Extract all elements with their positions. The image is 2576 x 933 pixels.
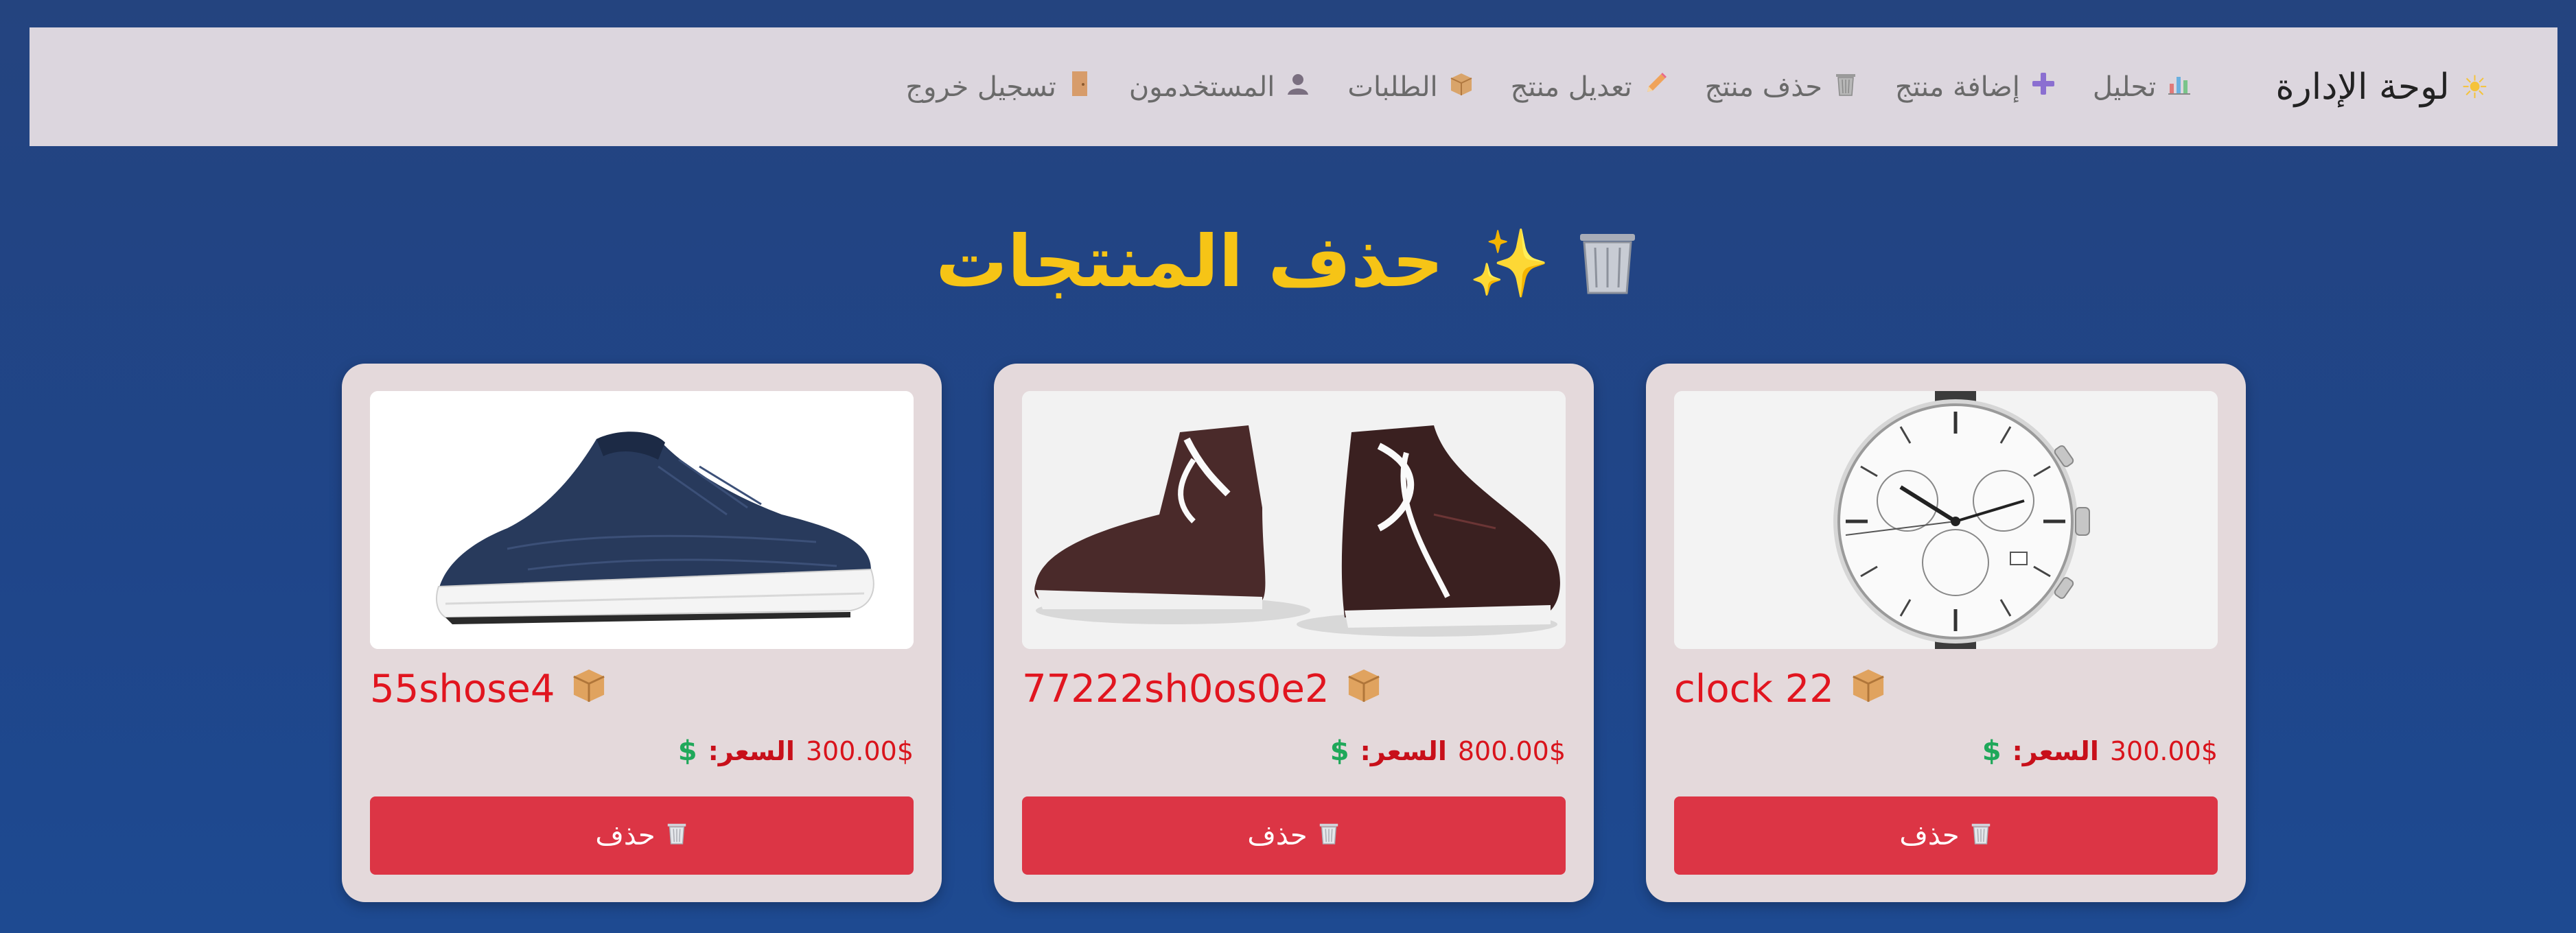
trash-icon [1317,820,1341,852]
price-label: السعر: [2012,736,2099,766]
page-title-text: حذف المنتجات [936,220,1444,303]
brand[interactable]: ☀ لوحة الإدارة [2275,67,2489,108]
delete-button[interactable]: حذف [1674,796,2218,875]
product-price-row: $ السعر: 300.00$ [370,735,914,767]
delete-label: حذف [1247,820,1308,851]
product-price-row: $ السعر: 800.00$ [1022,735,1566,767]
brand-label: لوحة الإدارة [2275,66,2450,108]
trash-icon [1969,820,1993,852]
product-image [1022,391,1566,649]
nav-label: تحليل [2092,71,2157,103]
sun-icon: ☀ [2460,68,2489,106]
product-name-row: clock 22 [1674,665,2218,712]
trash-icon [1551,222,1640,303]
dollar-icon: $ [1982,735,2001,767]
user-icon [1284,71,1312,102]
price-label: السعر: [1360,736,1447,766]
box-icon [1345,665,1383,712]
pencil-icon [1642,70,1669,104]
nav-label: الطلبات [1347,71,1438,103]
door-icon [1066,70,1093,104]
price-label: السعر: [708,736,795,766]
delete-label: حذف [595,820,655,851]
product-name-row: 55shose4 [370,665,914,712]
price-value: 300.00$ [805,736,914,766]
nav-label: تعديل منتج [1510,71,1632,103]
trash-icon [665,820,688,852]
product-card: 77222sh0os0e2 $ السعر: 800.00$ حذف [994,364,1594,902]
box-icon [1849,665,1888,712]
nav-link-users[interactable]: المستخدمون [1129,71,1312,103]
sparkles-icon: ✨ [1468,225,1551,302]
product-name: clock 22 [1674,666,1834,711]
product-grid: clock 22 $ السعر: 300.00$ حذف 77222sh0os… [341,364,2246,902]
price-value: 800.00$ [1457,736,1566,766]
nav-label: المستخدمون [1128,71,1275,103]
page-title: ✨ حذف المنتجات [0,220,2576,303]
product-image [1674,391,2218,649]
product-name-row: 77222sh0os0e2 [1022,665,1566,712]
delete-button[interactable]: حذف [1022,796,1566,875]
nav-link-logout[interactable]: تسجيل خروج [905,70,1093,104]
nav-link-add-product[interactable]: إضافة منتج [1895,70,2057,104]
nav-links: تحليل إضافة منتج حذف منتج تعديل منتج الط… [870,70,2193,104]
delete-button[interactable]: حذف [370,796,914,875]
nav-link-edit-product[interactable]: تعديل منتج [1511,70,1669,104]
nav-label: إضافة منتج [1894,71,2020,103]
product-price-row: $ السعر: 300.00$ [1674,735,2218,767]
delete-label: حذف [1899,820,1960,851]
price-value: 300.00$ [2109,736,2218,766]
nav-label: حذف منتج [1704,71,1822,103]
box-icon [570,665,608,712]
dollar-icon: $ [677,735,697,767]
chart-icon [2166,71,2193,102]
product-name: 77222sh0os0e2 [1022,666,1330,711]
admin-navbar: ☀ لوحة الإدارة تحليل إضافة منتج حذف منتج [30,27,2557,146]
nav-link-delete-product[interactable]: حذف منتج [1705,70,1859,104]
nav-link-orders[interactable]: الطلبات [1347,71,1474,103]
plus-icon [2030,70,2057,104]
product-card: clock 22 $ السعر: 300.00$ حذف [1646,364,2246,902]
nav-link-analytics[interactable]: تحليل [2093,71,2194,103]
trash-icon [1832,70,1859,104]
product-image [370,391,914,649]
box-icon [1448,71,1475,103]
dollar-icon: $ [1330,735,1349,767]
product-name: 55shose4 [370,666,555,711]
product-card: 55shose4 $ السعر: 300.00$ حذف [342,364,942,902]
nav-label: تسجيل خروج [905,71,1056,103]
